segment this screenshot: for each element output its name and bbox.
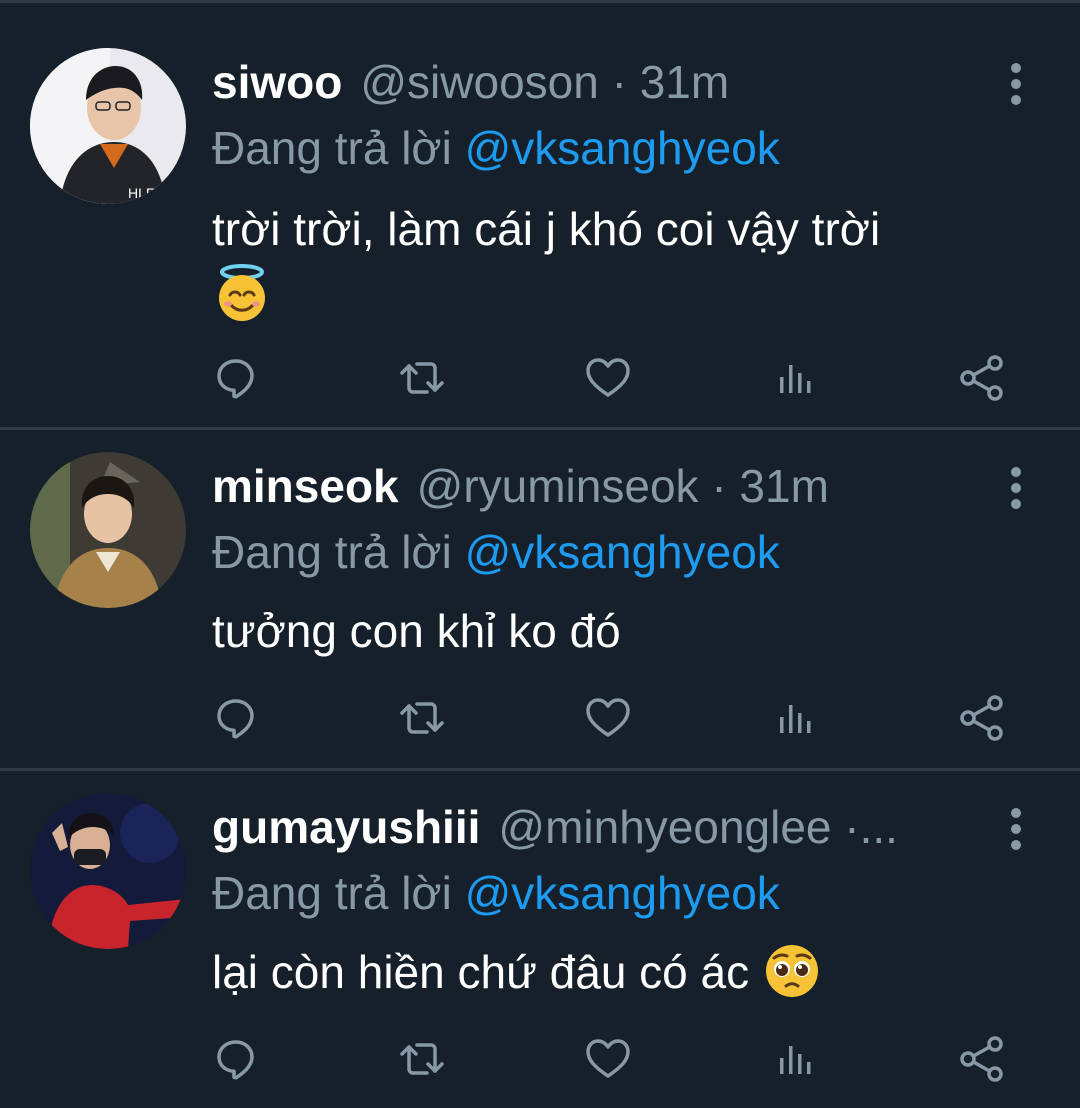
retweet-icon[interactable] — [392, 1029, 452, 1089]
reply-icon[interactable] — [206, 348, 266, 408]
tweet-actions — [0, 688, 1080, 748]
heart-icon[interactable] — [578, 348, 638, 408]
replying-to: Đang trả lời @vksanghyeok — [212, 525, 780, 579]
more-vertical-icon[interactable] — [1002, 805, 1030, 853]
tweet[interactable]: HLE siwoo @siwooson · 31m Đang trả lời @v… — [0, 3, 1080, 430]
more-vertical-icon[interactable] — [1002, 464, 1030, 512]
avatar[interactable]: HLE — [30, 48, 186, 204]
display-name[interactable]: minseok — [212, 460, 399, 512]
username[interactable]: @siwooson — [360, 56, 598, 108]
reply-prefix: Đang trả lời — [212, 867, 452, 919]
tweet-body: trời trời, làm cái j khó coi vậy trời — [212, 203, 881, 255]
tweet[interactable]: minseok @ryuminseok · 31m Đang trả lời @v… — [0, 430, 1080, 771]
tweet-body: tưởng con khỉ ko đó — [212, 605, 621, 657]
share-icon[interactable] — [952, 1029, 1012, 1089]
reply-feed: HLE siwoo @siwooson · 31m Đang trả lời @v… — [0, 0, 1080, 1108]
reply-icon[interactable] — [206, 688, 266, 748]
separator: · — [711, 460, 727, 512]
retweet-icon[interactable] — [392, 688, 452, 748]
timestamp[interactable]: 31m — [739, 460, 828, 512]
tweet[interactable]: gumayushiii @minhyeonglee ·... Đang trả l… — [0, 771, 1080, 1108]
display-name[interactable]: gumayushiii — [212, 801, 480, 853]
smiling-face-with-halo-icon — [219, 264, 265, 321]
tweet-text: tưởng con khỉ ko đó — [212, 598, 1010, 664]
separator: ·... — [844, 801, 898, 853]
replying-to: Đang trả lời @vksanghyeok — [212, 866, 780, 920]
avatar[interactable] — [30, 452, 186, 608]
mention-link[interactable]: @vksanghyeok — [465, 122, 780, 174]
tweet-text: trời trời, làm cái j khó coi vậy trời — [212, 196, 1010, 328]
pleading-face-icon — [765, 945, 818, 997]
analytics-icon[interactable] — [765, 688, 825, 748]
tweet-body: lại còn hiền chứ đâu có ác — [212, 946, 750, 998]
username[interactable]: @ryuminseok — [417, 460, 699, 512]
svg-text:HLE: HLE — [128, 185, 155, 201]
heart-icon[interactable] — [578, 688, 638, 748]
reply-icon[interactable] — [206, 1029, 266, 1089]
timestamp[interactable]: 31m — [640, 56, 729, 108]
reply-prefix: Đang trả lời — [212, 122, 452, 174]
analytics-icon[interactable] — [765, 348, 825, 408]
reply-prefix: Đang trả lời — [212, 526, 452, 578]
tweet-header: siwoo @siwooson · 31m — [212, 55, 960, 109]
display-name[interactable]: siwoo — [212, 56, 342, 108]
tweet-header: minseok @ryuminseok · 31m — [212, 459, 960, 513]
tweet-text: lại còn hiền chứ đâu có ác — [212, 939, 1010, 1005]
separator: · — [611, 56, 627, 108]
username[interactable]: @minhyeonglee — [498, 801, 831, 853]
tweet-header: gumayushiii @minhyeonglee ·... — [212, 800, 960, 854]
mention-link[interactable]: @vksanghyeok — [465, 526, 780, 578]
tweet-actions — [0, 1029, 1080, 1089]
avatar[interactable] — [30, 793, 186, 949]
more-vertical-icon[interactable] — [1002, 60, 1030, 108]
heart-icon[interactable] — [578, 1029, 638, 1089]
replying-to: Đang trả lời @vksanghyeok — [212, 121, 780, 175]
analytics-icon[interactable] — [765, 1029, 825, 1089]
share-icon[interactable] — [952, 688, 1012, 748]
retweet-icon[interactable] — [392, 348, 452, 408]
tweet-actions — [0, 348, 1080, 408]
share-icon[interactable] — [952, 348, 1012, 408]
mention-link[interactable]: @vksanghyeok — [465, 867, 780, 919]
